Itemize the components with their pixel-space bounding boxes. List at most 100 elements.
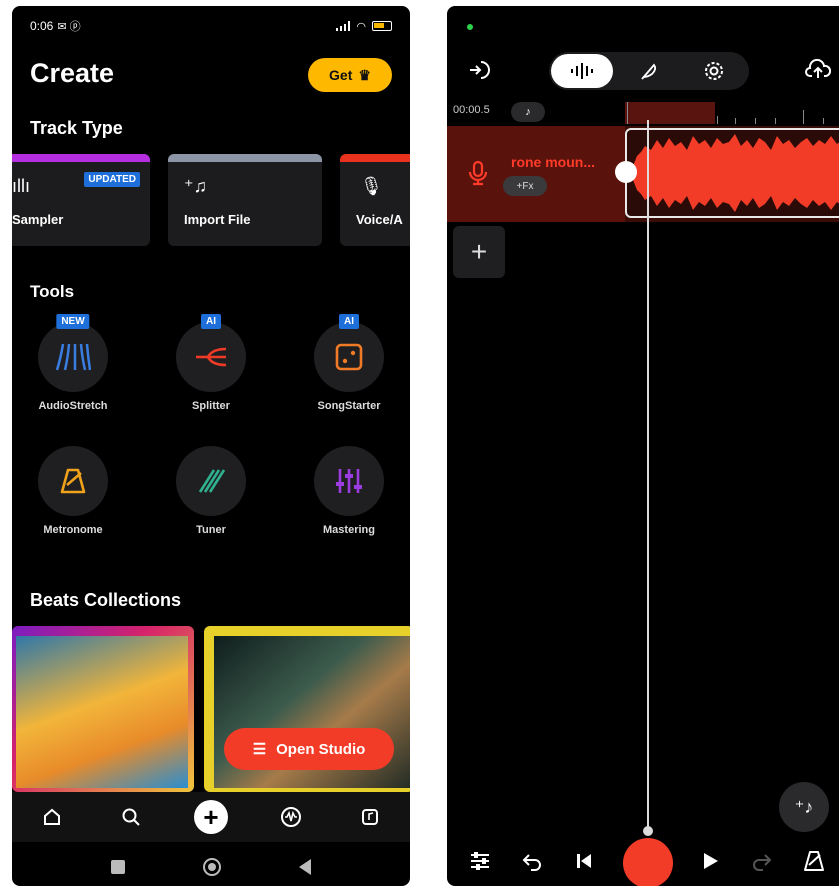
track-name: rone moun... — [511, 154, 595, 170]
ai-badge: AI — [339, 314, 359, 329]
wifi-icon: ◠ — [356, 20, 366, 33]
time-position: 00:00.5 — [453, 104, 490, 116]
tool-mastering[interactable]: Mastering — [294, 446, 404, 536]
waveform-view-tab[interactable] — [551, 54, 613, 88]
music-note-plus-icon: ⁺♫ — [184, 176, 208, 196]
audio-track[interactable]: rone moun... +Fx — [447, 126, 839, 222]
status-time: 0:06 — [30, 19, 54, 33]
recording-indicator — [467, 24, 473, 30]
track-header[interactable]: rone moun... +Fx — [447, 126, 625, 222]
metronome-icon[interactable] — [797, 844, 831, 878]
track-type-label: Voice/A — [356, 212, 403, 227]
create-plus-button[interactable]: + — [191, 797, 231, 837]
view-mode-switcher — [549, 52, 749, 90]
studio-toolbar — [447, 50, 839, 94]
clip-waveform — [627, 134, 839, 212]
track-type-list: ıllı UPDATED Sampler ⁺♫ Import File 🎙︎ V… — [12, 154, 410, 250]
plus-icon: + — [193, 800, 228, 834]
tool-label: Splitter — [192, 400, 230, 412]
cloud-upload-icon[interactable] — [805, 58, 832, 85]
library-icon[interactable] — [350, 797, 390, 837]
music-note-plus-icon: ⁺♪ — [794, 796, 814, 817]
sliders-icon: ☰ — [252, 741, 267, 758]
signal-icon — [336, 21, 351, 31]
microphone-icon — [467, 160, 489, 191]
redo-icon[interactable] — [745, 844, 779, 878]
beat-collection-image — [16, 636, 188, 788]
battery-icon — [372, 21, 392, 31]
metronome-icon — [38, 446, 108, 516]
tool-label: SongStarter — [317, 400, 381, 412]
transport-bar — [447, 836, 839, 886]
system-navigation — [12, 848, 410, 886]
note-icon: ♪ — [525, 106, 531, 118]
mastering-sliders-icon — [314, 446, 384, 516]
track-type-color-bar — [12, 154, 150, 162]
timeline-header: 00:00.5 ♪ — [447, 102, 839, 124]
feather-icon — [641, 63, 657, 80]
ai-badge: AI — [201, 314, 221, 329]
beat-collection-card[interactable] — [12, 626, 194, 792]
status-notification-icon: ✉ ⓟ — [57, 21, 81, 33]
beats-collections-title: Beats Collections — [30, 590, 182, 610]
get-button-label: Get — [329, 67, 353, 83]
tool-audiostretch[interactable]: NEW AudioStretch — [18, 314, 128, 412]
search-icon[interactable] — [111, 797, 151, 837]
clip-trim-handle[interactable] — [615, 161, 637, 183]
plus-icon: + — [470, 236, 488, 267]
create-screen: 0:06 ✉ ⓟ ◠ Create Get ♛ Track Type ıllı … — [12, 6, 410, 886]
playhead-knob[interactable] — [643, 826, 653, 836]
home-icon[interactable] — [32, 797, 72, 837]
track-type-import-file[interactable]: ⁺♫ Import File — [168, 154, 322, 246]
loop-region — [625, 102, 715, 124]
microphone-icon: 🎙︎ — [360, 176, 383, 196]
crown-icon: ♛ — [358, 66, 371, 83]
splitter-icon: AI — [176, 314, 246, 392]
waveform-icon: ıllı — [12, 176, 30, 196]
add-instrument-button[interactable]: ⁺♪ — [779, 782, 829, 832]
add-track-button[interactable]: + — [453, 226, 505, 278]
tool-splitter[interactable]: AI Splitter — [156, 314, 266, 412]
page-title: Create — [30, 58, 115, 88]
back-icon[interactable] — [299, 859, 311, 875]
track-type-voice[interactable]: 🎙︎ Voice/A — [340, 154, 410, 246]
dice-icon: AI — [314, 314, 384, 392]
gear-icon — [705, 62, 723, 80]
playhead-line[interactable] — [647, 120, 649, 832]
status-bar: 0:06 ✉ ⓟ ◠ — [30, 16, 392, 36]
tool-label: AudioStretch — [38, 400, 108, 412]
audiostretch-icon: NEW — [38, 314, 108, 392]
tool-songstarter[interactable]: AI SongStarter — [294, 314, 404, 412]
new-badge: NEW — [56, 314, 90, 329]
settings-tab[interactable] — [683, 54, 745, 88]
tool-label: Tuner — [196, 524, 226, 536]
open-studio-button[interactable]: ☰ Open Studio — [224, 728, 394, 770]
snap-toggle[interactable]: ♪ — [511, 102, 545, 122]
skip-back-icon[interactable] — [567, 844, 601, 878]
get-premium-button[interactable]: Get ♛ — [308, 58, 392, 92]
undo-icon[interactable] — [515, 844, 549, 878]
beats-icon[interactable] — [271, 797, 311, 837]
tool-label: Metronome — [43, 524, 103, 536]
play-icon[interactable] — [693, 844, 727, 878]
track-type-color-bar — [340, 154, 410, 162]
tool-label: Mastering — [323, 524, 375, 536]
track-type-label: Import File — [184, 212, 251, 227]
tool-metronome[interactable]: Metronome — [18, 446, 128, 536]
record-button[interactable] — [623, 838, 673, 886]
audio-clip[interactable] — [625, 128, 839, 218]
feather-edit-tab[interactable] — [617, 54, 679, 88]
bottom-navigation: + — [12, 792, 410, 842]
track-type-title: Track Type — [30, 118, 123, 138]
add-fx-button[interactable]: +Fx — [503, 176, 547, 196]
home-system-icon[interactable] — [203, 858, 221, 876]
waveform-icon — [571, 63, 593, 79]
exit-icon[interactable] — [467, 58, 491, 87]
timeline-ruler[interactable] — [625, 102, 839, 124]
recents-icon[interactable] — [111, 860, 125, 874]
track-type-sampler[interactable]: ıllı UPDATED Sampler — [12, 154, 150, 246]
track-type-color-bar — [168, 154, 322, 162]
mixer-sliders-icon[interactable] — [463, 844, 497, 878]
tools-title: Tools — [30, 282, 75, 301]
tool-tuner[interactable]: Tuner — [156, 446, 266, 536]
